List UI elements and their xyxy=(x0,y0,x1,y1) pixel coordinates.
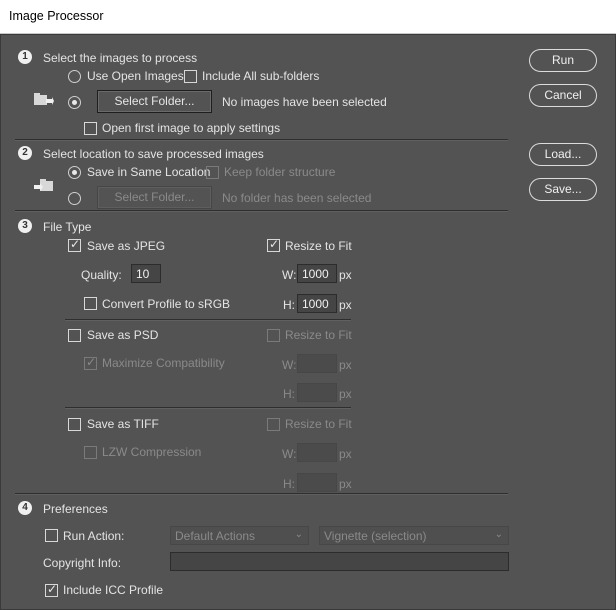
quality-label: Quality: xyxy=(81,268,122,282)
action-value: Vignette (selection) xyxy=(324,529,427,543)
include-subfolders-label: Include All sub-folders xyxy=(202,69,320,83)
include-icc-checkbox[interactable]: ✓ xyxy=(45,582,58,597)
lzw-compression-checkbox[interactable] xyxy=(84,446,97,459)
jpeg-width-unit: px xyxy=(339,268,352,282)
tiff-height-label: H: xyxy=(283,477,295,491)
radio-selected-dot xyxy=(72,100,77,105)
section3-title: File Type xyxy=(43,220,92,234)
include-subfolders-checkbox[interactable] xyxy=(184,70,197,83)
jpeg-resize-checkbox[interactable]: ✓ xyxy=(267,237,280,252)
jpeg-width-input[interactable]: 1000 xyxy=(297,264,337,283)
psd-resize-label: Resize to Fit xyxy=(285,328,352,342)
psd-width-input[interactable] xyxy=(297,354,337,373)
jpeg-height-input[interactable]: 1000 xyxy=(297,294,337,313)
select-folder-radio[interactable] xyxy=(68,96,81,109)
keep-folder-structure-label: Keep folder structure xyxy=(224,165,336,179)
use-open-images-radio[interactable] xyxy=(68,70,81,83)
psd-height-unit: px xyxy=(339,387,352,401)
run-action-checkbox[interactable] xyxy=(45,529,58,542)
checkmark-icon: ✓ xyxy=(86,355,97,369)
convert-srgb-checkbox[interactable] xyxy=(84,297,97,310)
save-as-jpeg-label: Save as JPEG xyxy=(87,239,166,253)
step-number-4: 4 xyxy=(18,501,32,515)
save-as-psd-label: Save as PSD xyxy=(87,328,159,342)
copyright-input[interactable] xyxy=(170,552,509,571)
psd-width-label: W: xyxy=(282,358,297,372)
destination-status-text: No folder has been selected xyxy=(222,191,372,205)
jpeg-width-label: W: xyxy=(282,268,297,282)
save-same-location-radio[interactable] xyxy=(68,166,81,179)
source-status-text: No images have been selected xyxy=(222,95,387,109)
tiff-resize-label: Resize to Fit xyxy=(285,417,352,431)
action-set-select[interactable]: Default Actions ⌄ xyxy=(170,526,309,545)
maximize-compatibility-label: Maximize Compatibility xyxy=(102,356,225,370)
image-processor-dialog: 1 Select the images to process Use Open … xyxy=(0,34,616,610)
window-title: Image Processor xyxy=(9,9,104,23)
include-icc-label: Include ICC Profile xyxy=(63,583,164,597)
run-button[interactable]: Run xyxy=(529,49,597,72)
checkmark-icon: ✓ xyxy=(269,237,280,251)
psd-resize-checkbox[interactable] xyxy=(267,329,280,342)
lzw-compression-label: LZW Compression xyxy=(102,445,202,459)
section4-title: Preferences xyxy=(43,502,108,516)
tiff-width-input[interactable] xyxy=(297,443,337,462)
select-destination-folder-button[interactable]: Select Folder... xyxy=(97,186,212,209)
divider xyxy=(15,139,508,141)
divider xyxy=(65,407,351,409)
chevron-down-icon: ⌄ xyxy=(494,529,503,540)
title-bar: Image Processor xyxy=(0,0,616,34)
folder-export-icon xyxy=(34,179,53,191)
open-first-image-label: Open first image to apply settings xyxy=(102,121,281,135)
copyright-label: Copyright Info: xyxy=(43,556,122,570)
psd-height-label: H: xyxy=(283,387,295,401)
tiff-width-unit: px xyxy=(339,447,352,461)
save-as-psd-checkbox[interactable] xyxy=(68,329,81,342)
load-button[interactable]: Load... xyxy=(529,143,597,166)
save-same-location-label: Save in Same Location xyxy=(87,165,211,179)
checkmark-icon: ✓ xyxy=(47,582,58,596)
save-as-tiff-label: Save as TIFF xyxy=(87,417,159,431)
section2-title: Select location to save processed images xyxy=(43,147,264,161)
jpeg-resize-label: Resize to Fit xyxy=(285,239,352,253)
save-as-jpeg-checkbox[interactable]: ✓ xyxy=(68,237,81,252)
cancel-button[interactable]: Cancel xyxy=(529,84,597,107)
run-action-label: Run Action: xyxy=(63,529,125,543)
convert-srgb-label: Convert Profile to sRGB xyxy=(102,297,231,311)
tiff-width-label: W: xyxy=(282,447,297,461)
select-destination-radio[interactable] xyxy=(68,192,81,205)
open-first-image-checkbox[interactable] xyxy=(84,122,97,135)
action-set-value: Default Actions xyxy=(175,529,256,543)
tiff-resize-checkbox[interactable] xyxy=(267,418,280,431)
chevron-down-icon: ⌄ xyxy=(294,529,303,540)
radio-selected-dot xyxy=(72,170,77,175)
jpeg-height-unit: px xyxy=(339,298,352,312)
tiff-height-input[interactable] xyxy=(297,473,337,492)
checkmark-icon: ✓ xyxy=(70,237,81,251)
divider xyxy=(15,493,508,495)
maximize-compatibility-checkbox[interactable]: ✓ xyxy=(84,355,97,370)
select-source-folder-button[interactable]: Select Folder... xyxy=(97,90,212,113)
divider xyxy=(15,210,508,212)
jpeg-height-label: H: xyxy=(283,298,295,312)
keep-folder-structure-checkbox[interactable] xyxy=(206,166,219,179)
divider xyxy=(65,319,351,321)
psd-height-input[interactable] xyxy=(297,383,337,402)
action-select[interactable]: Vignette (selection) ⌄ xyxy=(319,526,509,545)
psd-width-unit: px xyxy=(339,358,352,372)
save-button[interactable]: Save... xyxy=(529,178,597,201)
quality-input[interactable]: 10 xyxy=(131,264,161,283)
tiff-height-unit: px xyxy=(339,477,352,491)
section1-title: Select the images to process xyxy=(43,51,198,65)
step-number-2: 2 xyxy=(18,146,32,160)
folder-import-icon xyxy=(34,93,54,105)
save-as-tiff-checkbox[interactable] xyxy=(68,418,81,431)
step-number-1: 1 xyxy=(18,50,32,64)
step-number-3: 3 xyxy=(18,219,32,233)
use-open-images-label: Use Open Images xyxy=(87,69,184,83)
